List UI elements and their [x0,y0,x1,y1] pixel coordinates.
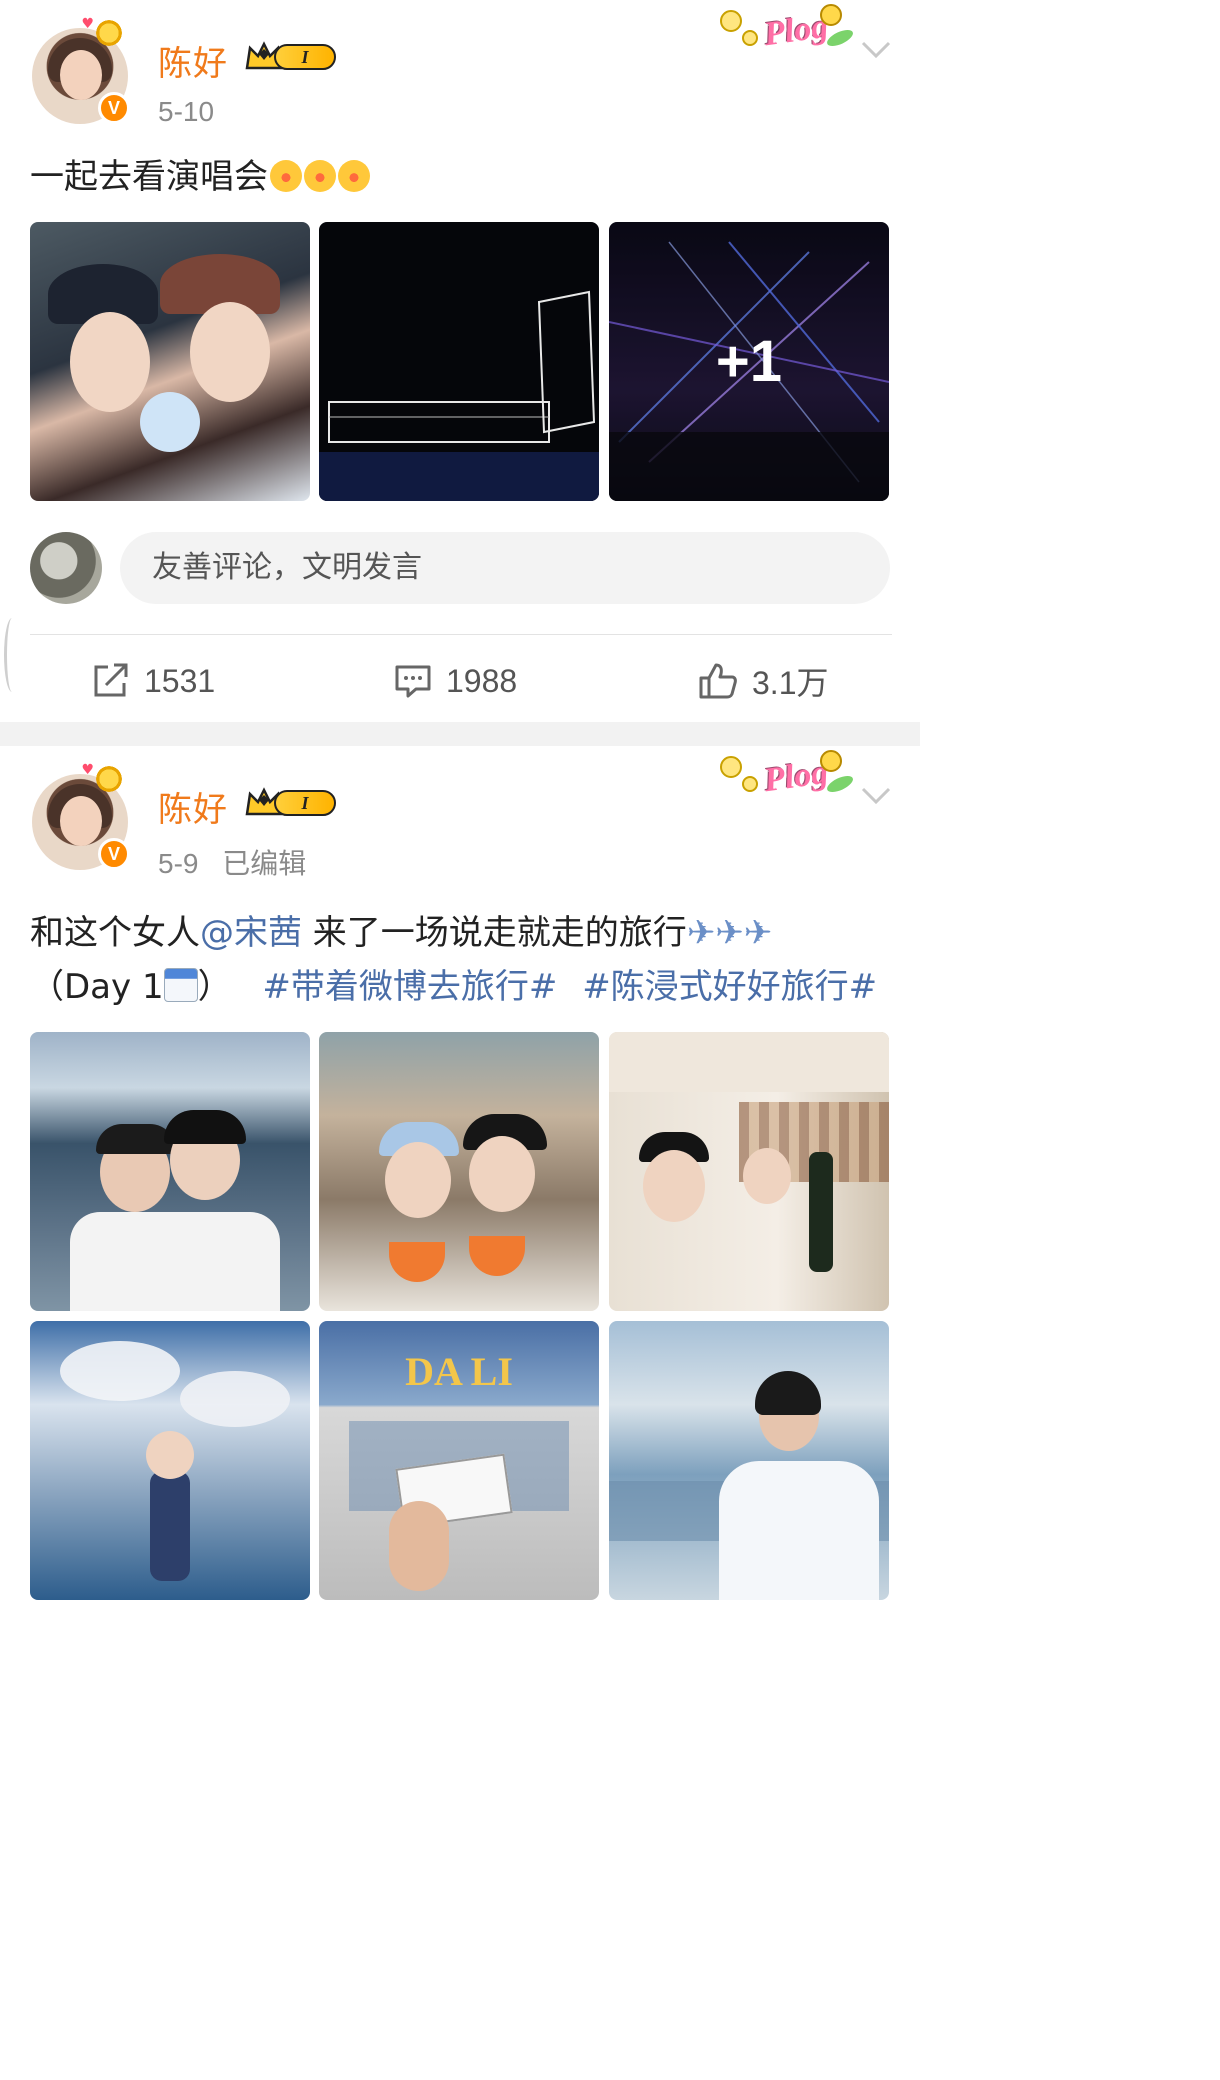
member-crown-badge[interactable]: I [244,38,338,74]
flower-icon [742,30,758,46]
post-separator [0,722,920,746]
plog-sticker: Plog [714,4,856,64]
plog-sticker: Plog [714,750,856,810]
photo-thumbnail[interactable] [319,222,599,501]
user-avatar[interactable]: ♥ V [32,16,130,124]
post-text-content: 一起去看演唱会 [30,157,268,197]
photo-thumbnail[interactable]: DA LI [319,1321,599,1600]
photo-thumbnail[interactable] [609,1321,889,1600]
repost-count: 1531 [144,662,216,699]
stage-outline-image [319,290,599,501]
my-avatar[interactable] [30,532,102,604]
mention-link[interactable]: @宋茜 [200,913,302,953]
leaf-icon [824,26,856,50]
like-count: 3.1万 [752,665,829,701]
crying-laugh-emoji-icon [304,160,336,192]
trophy-badge-icon [94,18,124,48]
trophy-badge-icon [94,764,124,794]
post-text-content: （Day 1 [30,967,164,1007]
user-name[interactable]: 陈好 [158,36,228,85]
chevron-down-icon[interactable] [860,786,892,806]
comment-count: 1988 [446,662,518,699]
crying-laugh-emoji-icon [270,160,302,192]
hashtag-link[interactable]: #陈浸式好好旅行# [582,967,877,1007]
smiley-icon [820,750,842,772]
photo-thumbnail[interactable] [319,1032,599,1311]
verified-badge-icon: V [98,838,130,870]
member-level-label: I [274,790,336,816]
heart-icon: ♥ [81,16,94,32]
photo-thumbnail-more[interactable]: +1 [609,222,889,501]
member-crown-badge[interactable]: I [244,784,338,820]
share-icon [94,663,128,697]
chevron-down-icon[interactable] [860,40,892,60]
like-button[interactable]: 3.1万 [698,656,829,706]
heart-icon: ♥ [81,762,94,778]
crying-laugh-emoji-icon [338,160,370,192]
flower-icon [720,10,742,32]
comment-input[interactable]: 友善评论，文明发言 [120,532,890,604]
leaf-icon [824,772,856,796]
flower-icon [742,776,758,792]
station-sign: DA LI [405,1348,513,1394]
weibo-post: ♥ V 陈好 I 5-10 Plog 一起去看演唱会 +1 友善评论，文明发言 … [0,0,920,722]
airplane-emoji-icon: ✈✈✈ [686,913,773,953]
repost-button[interactable]: 1531 [92,656,215,706]
post-text-content: 和这个女人 [30,913,200,953]
calendar-emoji-icon [163,968,198,1002]
photo-thumbnail[interactable] [30,222,310,501]
post-text-content: ） [197,967,232,1007]
like-icon [699,663,737,699]
post-text-line: 和这个女人@宋茜 来了一场说走就走的旅行✈✈✈ [30,906,772,960]
more-photos-count: +1 [609,222,889,501]
post-date: 5-9 [158,848,199,879]
post-meta: 5-10 [158,96,214,128]
post-text: 一起去看演唱会 [30,150,370,204]
hashtag-link[interactable]: #带着微博去旅行# [262,967,557,1007]
photo-thumbnail[interactable] [30,1032,310,1311]
verified-badge-icon: V [98,92,130,124]
user-name[interactable]: 陈好 [158,782,228,831]
photo-thumbnail[interactable] [30,1321,310,1600]
weibo-post: ♥ V 陈好 I 5-9 已编辑 Plog 和这个女人@宋茜 来了一场说走就走的… [0,746,920,1600]
member-level-label: I [274,44,336,70]
photo-thumbnail[interactable] [609,1032,889,1311]
edited-label: 已编辑 [222,848,307,879]
post-date: 5-10 [158,96,215,127]
post-text-content: 来了一场说走就走的旅行 [302,913,687,953]
comment-icon [395,665,431,698]
comment-button[interactable]: 1988 [394,656,517,706]
flower-icon [720,756,742,778]
post-meta: 5-9 已编辑 [158,842,306,882]
post-text-line: （Day 1 ） #带着微博去旅行# #陈浸式好好旅行# [30,960,877,1014]
side-swipe-handle[interactable] [4,618,20,692]
divider [30,634,892,635]
smiley-icon [820,4,842,26]
user-avatar[interactable]: ♥ V [32,762,130,870]
